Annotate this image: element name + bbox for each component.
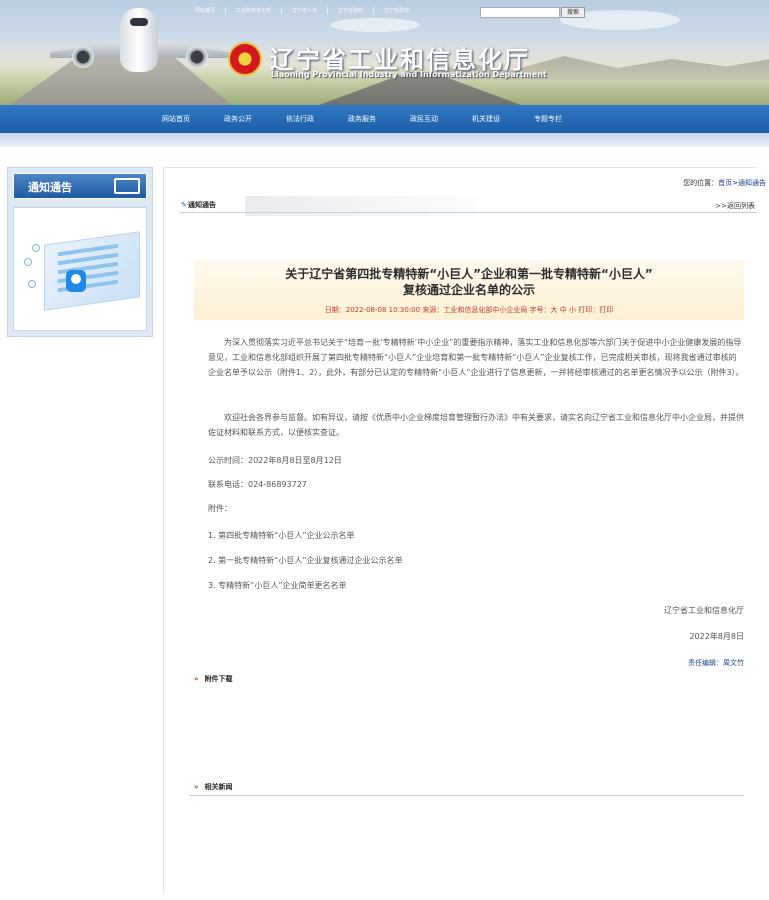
breadcrumb-current[interactable]: 通知通告 (738, 179, 766, 187)
dot-icon (32, 244, 40, 252)
airplane-engine-image (72, 46, 94, 68)
national-emblem-icon (228, 42, 262, 76)
nav-item-law[interactable]: 依法行政 (269, 114, 331, 124)
downloads-section-title: » 附件下载 (194, 674, 233, 684)
article-title: 关于辽宁省第四批专精特新“小巨人”企业和第一批专精特新“小巨人” 复核通过企业名… (194, 266, 744, 298)
top-link[interactable]: 网站首页 (185, 7, 227, 14)
article-paragraph: 为深入贯彻落实习近平总书记关于“培育一批‘专精特新’中小企业”的重要指示精神，落… (208, 338, 744, 377)
dot-icon (24, 258, 32, 266)
double-chevron-icon: » (194, 783, 199, 791)
attachment-link[interactable]: 2. 第一批专精特新“小巨人”企业复核通过企业公示名单 (208, 555, 402, 566)
issue-date: 2022年8月8日 (689, 632, 744, 641)
nav-item-gov-open[interactable]: 政务公开 (207, 114, 269, 124)
top-link[interactable]: 辽宁省政府 (328, 7, 375, 14)
nav-shadow (0, 133, 769, 147)
dot-icon (28, 280, 36, 288)
sidebar-header[interactable]: 通知通告 (13, 173, 147, 199)
downloads-label: 附件下载 (204, 675, 233, 683)
related-news-divider (190, 795, 744, 796)
sidebar-title: 通知通告 (28, 181, 72, 194)
redacted-area (245, 196, 475, 216)
article-meta: 日期：2022-08-08 10:30:00 来源：工业和信息化部中小企业局 字… (324, 306, 614, 314)
top-link[interactable]: 辽宁省政协 (374, 7, 419, 14)
section-tab-title: 通知通告 (188, 201, 216, 209)
nav-item-home[interactable]: 网站首页 (145, 114, 207, 124)
sidebar: 通知通告 (7, 167, 153, 337)
search-button[interactable]: 搜索 (561, 7, 585, 18)
search-input[interactable] (480, 7, 560, 18)
attachment-link[interactable]: 1. 第四批专精特新“小巨人”企业公示名单 (208, 530, 354, 541)
sidebar-illustration (13, 207, 147, 331)
double-chevron-icon: » (194, 675, 199, 683)
issuer: 辽宁省工业和信息化厅 (664, 606, 744, 615)
header-banner: 网站首页 工业和信息化部 辽宁省人大 辽宁省政府 辽宁省政协 搜索 辽宁省工业和… (0, 0, 769, 105)
top-links: 网站首页 工业和信息化部 辽宁省人大 辽宁省政府 辽宁省政协 (185, 7, 419, 14)
breadcrumb-home[interactable]: 首页 (718, 179, 732, 187)
related-news-section-title: » 相关新闻 (194, 782, 233, 792)
pencil-icon: ✎ (181, 201, 187, 209)
user-face-icon (71, 274, 81, 284)
main-nav: 网站首页 政务公开 依法行政 政务服务 政民互动 机关建设 专题专栏 (0, 105, 769, 133)
top-link[interactable]: 辽宁省人大 (282, 7, 329, 14)
nav-item-service[interactable]: 政务服务 (331, 114, 393, 124)
breadcrumb-label: 您的位置： (683, 179, 719, 187)
tab-divider (180, 212, 756, 213)
nav-item-organ[interactable]: 机关建设 (455, 114, 517, 124)
attachment-link[interactable]: 3. 专精特新“小巨人”企业简单更名名单 (208, 580, 346, 591)
site-subtitle: Liaoning Provincial Industry and Informa… (271, 70, 547, 79)
article-title-line: 复核通过企业名单的公示 (402, 283, 535, 297)
nav-item-interaction[interactable]: 政民互动 (393, 114, 455, 124)
article-paragraph: 欢迎社会各界参与监督。如有异议，请按《优质中小企业梯度培育管理暂行办法》中有关要… (208, 413, 744, 437)
breadcrumb: 您的位置：首页>通知通告 (683, 178, 766, 188)
contact-phone: 联系电话：024-86893727 (208, 480, 307, 489)
article-title-line: 关于辽宁省第四批专精特新“小巨人”企业和第一批专精特新“小巨人” (285, 267, 653, 281)
laptop-icon (114, 178, 140, 194)
top-link[interactable]: 工业和信息化部 (226, 7, 283, 14)
attachments-label: 附件： (208, 504, 232, 513)
related-news-label: 相关新闻 (204, 783, 233, 791)
cloud-decor (330, 18, 420, 32)
responsible-editor: 责任编辑：周文竹 (688, 659, 744, 667)
back-to-list-link[interactable]: >>返回列表 (715, 201, 755, 211)
publicity-period: 公示时间：2022年8月8日至8月12日 (208, 456, 342, 465)
airplane-cockpit-image (130, 18, 148, 26)
airplane-engine-image (186, 46, 208, 68)
nav-item-special[interactable]: 专题专栏 (517, 114, 579, 124)
